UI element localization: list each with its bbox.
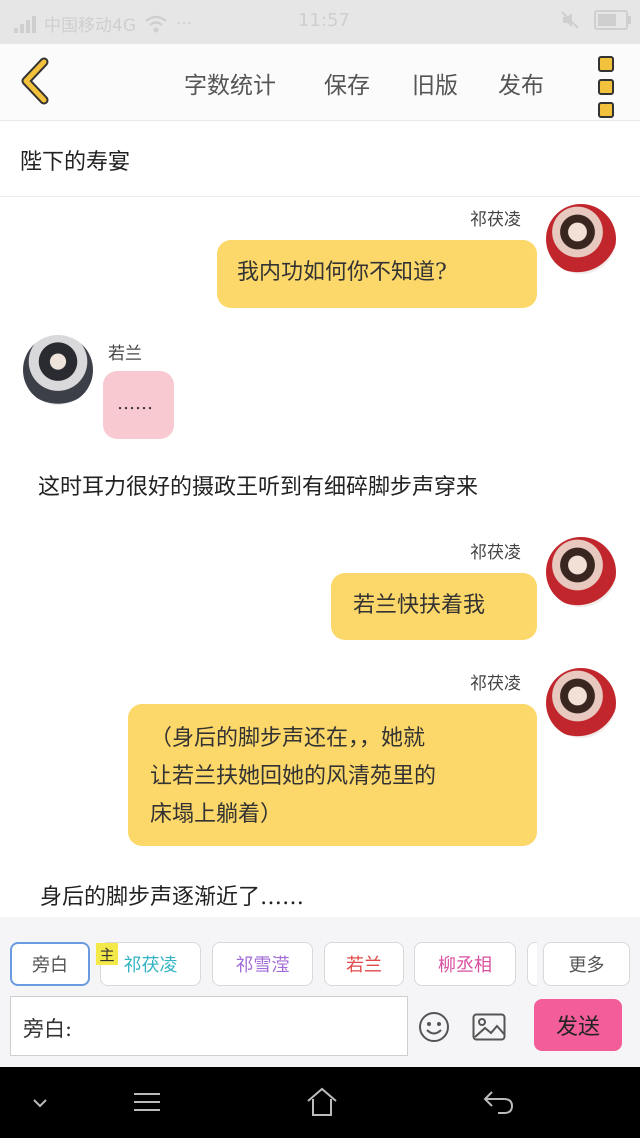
narration-text[interactable]: 这时耳力很好的摄政王听到有细碎脚步声穿来 [38, 469, 478, 501]
avatar[interactable] [23, 335, 93, 405]
chapter-title: 陛下的寿宴 [20, 150, 131, 175]
avatar[interactable] [546, 668, 616, 738]
narration-text[interactable]: 身后的脚步声逐渐近了…… [40, 879, 304, 911]
word-count-button[interactable]: 字数统计 [184, 66, 276, 100]
mute-icon [561, 11, 579, 29]
message-line: 床塌上躺着） [150, 802, 283, 827]
image-icon[interactable] [472, 1013, 506, 1041]
clock: 11:57 [298, 10, 350, 31]
avatar[interactable] [546, 537, 616, 607]
main-character-tag: 主 [96, 943, 118, 965]
wifi-icon [145, 15, 167, 32]
speaker-name: 祁茯凌 [470, 674, 521, 694]
chip-character[interactable]: 若兰 [324, 942, 404, 986]
chip-narrator[interactable]: 旁白 [10, 942, 90, 986]
chip-overflow [527, 942, 537, 986]
speaker-name: 祁茯凌 [470, 210, 521, 230]
message-bubble[interactable]: （身后的脚步声还在，，她就 让若兰扶她回她的风清苑里的 床塌上躺着） [128, 704, 537, 846]
back-arrow-icon[interactable] [14, 56, 62, 106]
composer: 旁白 祁茯凌 主 祁雪滢 若兰 柳丞相 更多 旁白: 发送 [0, 917, 640, 1067]
speaker-name: 若兰 [108, 344, 142, 364]
save-button[interactable]: 保存 [324, 66, 370, 100]
speaker-name: 祁茯凌 [470, 543, 521, 563]
battery-icon [594, 10, 631, 30]
carrier-label: 中国移动4G [44, 16, 136, 36]
back-icon[interactable] [482, 1089, 514, 1115]
chapter-title-bar[interactable]: 陛下的寿宴 [0, 120, 640, 197]
system-nav-bar [0, 1067, 640, 1138]
chip-character[interactable]: 柳丞相 [414, 942, 516, 986]
message-line: 让若兰扶她回她的风清苑里的 [150, 764, 437, 789]
chip-character[interactable]: 祁雪滢 [212, 942, 313, 986]
message-bubble[interactable]: 若兰快扶着我 [331, 573, 537, 640]
chat-area[interactable]: 祁茯凌 我内功如何你不知道? 若兰 …… 这时耳力很好的摄政王听到有细碎脚步声穿… [0, 197, 640, 917]
more-menu-icon[interactable] [598, 56, 614, 118]
avatar[interactable] [546, 204, 616, 274]
status-bar: 中国移动4G ··· 11:57 [0, 0, 640, 44]
message-bubble[interactable]: …… [103, 371, 174, 439]
old-version-button[interactable]: 旧版 [412, 66, 458, 100]
emoji-icon[interactable] [418, 1011, 450, 1043]
notification-dots: ··· [176, 13, 193, 34]
message-line: （身后的脚步声还在，，她就 [150, 726, 426, 751]
message-bubble[interactable]: 我内功如何你不知道? [217, 240, 537, 308]
more-characters-button[interactable]: 更多 [543, 942, 630, 986]
editor-toolbar: 字数统计 保存 旧版 发布 [0, 44, 640, 121]
home-icon[interactable] [306, 1087, 338, 1117]
send-button[interactable]: 发送 [534, 999, 622, 1051]
input-speaker-label: 旁白: [23, 1017, 73, 1041]
message-input[interactable]: 旁白: [10, 996, 408, 1056]
menu-icon[interactable] [133, 1091, 161, 1113]
chevron-down-icon[interactable] [32, 1097, 48, 1109]
publish-button[interactable]: 发布 [498, 66, 544, 100]
signal-icon [14, 15, 36, 33]
